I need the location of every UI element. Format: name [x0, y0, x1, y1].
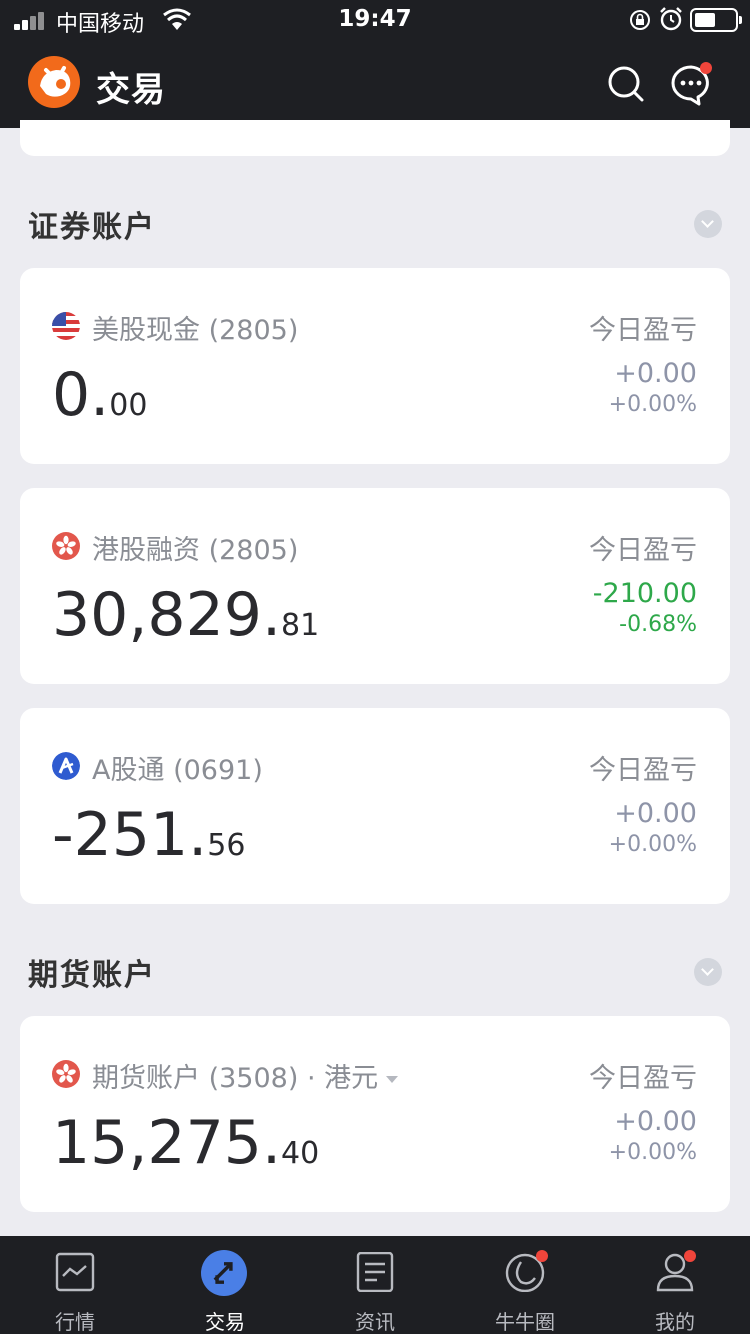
account-number: (3508) — [208, 1063, 299, 1094]
notification-dot — [700, 62, 712, 74]
pnl-amount: +0.00 — [614, 1106, 697, 1137]
pnl-label: 今日盈亏 — [589, 535, 697, 566]
currency-selector[interactable]: · 港元 — [306, 1063, 399, 1094]
account-balance: 30,829.81 — [52, 580, 320, 650]
pnl-amount: +0.00 — [614, 358, 697, 389]
messages-button[interactable] — [668, 62, 714, 108]
pnl-amount: -210.00 — [592, 578, 697, 609]
page-title: 交易 — [96, 70, 166, 110]
pnl-label: 今日盈亏 — [589, 315, 697, 346]
section-title-futures: 期货账户 — [28, 958, 156, 993]
account-balance: 0.00 — [52, 360, 148, 430]
account-card-hk-margin[interactable]: 港股融资 (2805) 30,829.81 今日盈亏 -210.00 -0.68… — [20, 488, 730, 684]
pnl-percent: +0.00% — [608, 832, 697, 857]
collapse-futures-icon[interactable] — [694, 958, 722, 986]
currency-label: · 港元 — [306, 1063, 379, 1094]
alarm-icon — [660, 7, 682, 31]
dropdown-caret-icon — [386, 1076, 399, 1083]
account-card-us-cash[interactable]: 美股现金 (2805) 0.00 今日盈亏 +0.00 +0.00% — [20, 268, 730, 464]
hk-flag-icon — [52, 532, 80, 560]
account-number: (2805) — [208, 315, 299, 346]
account-number: (0691) — [173, 755, 263, 786]
bottom-tab-bar: 行情 交易 资讯 牛牛圈 我的 — [0, 1236, 750, 1334]
pnl-percent: +0.00% — [608, 392, 697, 417]
app-logo — [28, 56, 80, 108]
top-bar: 中国移动 19:47 交易 — [0, 0, 750, 128]
news-doc-icon — [356, 1252, 394, 1292]
tab-label: 行情 — [55, 1310, 95, 1334]
trade-arrows-icon — [201, 1250, 247, 1296]
battery-icon — [690, 8, 742, 32]
pnl-label: 今日盈亏 — [589, 755, 697, 786]
account-name: A股通 — [92, 755, 165, 786]
market-chart-icon — [55, 1252, 95, 1292]
pnl-label: 今日盈亏 — [589, 1063, 697, 1094]
account-name: 港股融资 — [92, 535, 200, 566]
hk-flag-icon — [52, 1060, 80, 1088]
tab-trade[interactable]: 交易 — [150, 1236, 300, 1334]
status-bar: 中国移动 19:47 — [0, 0, 750, 40]
account-balance: 15,275.40 — [52, 1108, 320, 1178]
tab-label: 牛牛圈 — [495, 1310, 555, 1334]
section-title-securities: 证券账户 — [28, 210, 156, 245]
tab-label: 交易 — [205, 1310, 245, 1334]
tab-label: 资讯 — [355, 1310, 395, 1334]
rotation-lock-icon — [630, 10, 650, 30]
pnl-amount: +0.00 — [614, 798, 697, 829]
notification-dot — [684, 1250, 696, 1262]
a-share-icon — [52, 752, 80, 780]
account-name: 期货账户 — [92, 1063, 200, 1094]
us-flag-icon — [52, 312, 80, 340]
pnl-percent: +0.00% — [608, 1140, 697, 1165]
previous-card-edge — [20, 120, 730, 156]
tab-market[interactable]: 行情 — [0, 1236, 150, 1334]
tab-label: 我的 — [655, 1310, 695, 1334]
tab-profile[interactable]: 我的 — [600, 1236, 750, 1334]
account-card-a-share[interactable]: A股通 (0691) -251.56 今日盈亏 +0.00 +0.00% — [20, 708, 730, 904]
pnl-percent: -0.68% — [619, 612, 697, 637]
tab-news[interactable]: 资讯 — [300, 1236, 450, 1334]
search-icon[interactable] — [606, 64, 646, 104]
account-number: (2805) — [208, 535, 299, 566]
notification-dot — [536, 1250, 548, 1262]
tab-community[interactable]: 牛牛圈 — [450, 1236, 600, 1334]
collapse-securities-icon[interactable] — [694, 210, 722, 238]
account-balance: -251.56 — [52, 800, 246, 870]
account-card-futures[interactable]: 期货账户 (3508) · 港元 15,275.40 今日盈亏 +0.00 +0… — [20, 1016, 730, 1212]
account-name: 美股现金 — [92, 315, 200, 346]
